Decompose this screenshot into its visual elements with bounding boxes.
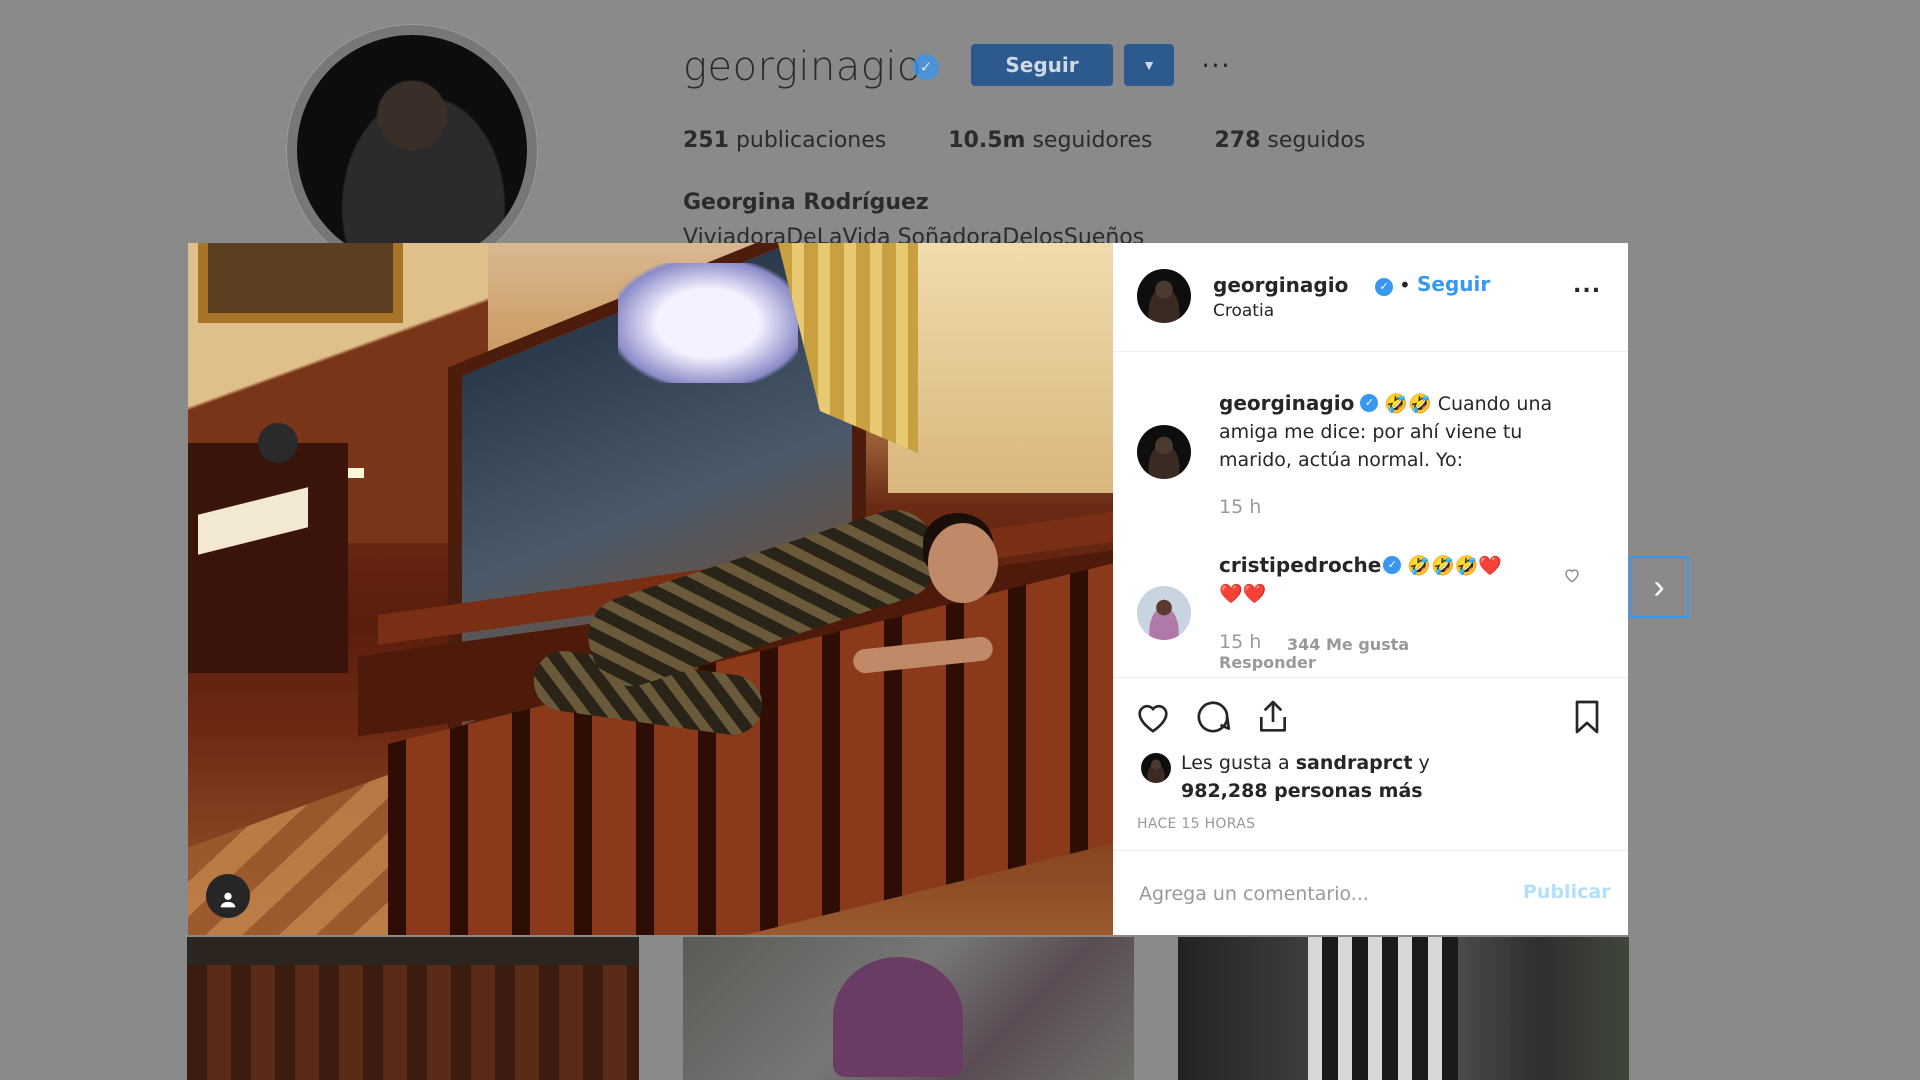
- comment-button[interactable]: [1193, 697, 1233, 737]
- grid-thumbnail[interactable]: [1178, 937, 1629, 1080]
- profile-bio: ViviadoraDeLaVida SoñadoraDelosSueños: [683, 225, 1145, 243]
- verified-icon: ✓: [1360, 394, 1379, 412]
- likes-count[interactable]: 982,288 personas más: [1181, 780, 1423, 802]
- verified-icon: ✓: [913, 54, 939, 80]
- caption-username[interactable]: georginagio: [1219, 391, 1354, 415]
- caption-text-block: georginagio ✓ 🤣🤣 Cuando una amiga me dice:…: [1219, 389, 1579, 474]
- comment-username[interactable]: cristipedroche: [1219, 553, 1381, 577]
- verified-icon: ✓: [1383, 556, 1402, 574]
- profile-follow-button[interactable]: Seguir: [971, 44, 1113, 86]
- bookmark-icon: [1575, 700, 1599, 734]
- profile-avatar[interactable]: [297, 35, 527, 265]
- chevron-right-icon: ›: [1653, 568, 1665, 606]
- post-image[interactable]: [188, 243, 1113, 935]
- likes-connector: y: [1418, 752, 1430, 774]
- tagged-users-button[interactable]: [206, 874, 250, 918]
- posts-stat: 251 publicaciones: [683, 128, 887, 153]
- profile-dropdown-button[interactable]: ▼: [1124, 44, 1174, 86]
- likes-user[interactable]: sandraprct: [1296, 752, 1413, 774]
- post-actions: [1113, 677, 1628, 734]
- likes-prefix: Les gusta a: [1181, 752, 1290, 774]
- profile-full-name: Georgina Rodríguez: [683, 190, 929, 215]
- comment-icon: [1197, 701, 1231, 733]
- following-stat[interactable]: 278 seguidos: [1214, 128, 1365, 153]
- heart-icon: [1138, 704, 1168, 733]
- comment-likes[interactable]: 344 Me gusta: [1287, 635, 1409, 654]
- comment-text-block: cristipedroche ✓ 🤣🤣🤣❤️❤️❤️: [1219, 551, 1519, 608]
- avatar[interactable]: [1137, 425, 1191, 479]
- heart-icon: [1565, 569, 1579, 583]
- profile-username: georginagio: [683, 44, 922, 90]
- profile-stats: 251 publicaciones 10.5m seguidores 278 s…: [683, 128, 1365, 153]
- post-location[interactable]: Croatia: [1213, 301, 1274, 321]
- follow-button[interactable]: Seguir: [1417, 272, 1490, 296]
- verified-icon: ✓: [1375, 278, 1393, 296]
- post-timestamp: HACE 15 HORAS: [1137, 816, 1256, 832]
- reply-button[interactable]: Responder: [1219, 653, 1316, 671]
- more-options-icon[interactable]: ...: [1573, 273, 1601, 298]
- grid-thumbnail[interactable]: [683, 937, 1134, 1080]
- chevron-down-icon: ▼: [1142, 57, 1156, 73]
- post-header: georginagio ✓ • Seguir Croatia ...: [1113, 243, 1628, 352]
- comment-time: 15 h: [1219, 631, 1262, 653]
- publish-button[interactable]: Publicar: [1523, 881, 1611, 903]
- likes-summary[interactable]: Les gusta a sandraprct y 982,288 persona…: [1181, 749, 1430, 805]
- like-button[interactable]: [1133, 697, 1173, 737]
- grid-thumbnail[interactable]: [187, 937, 639, 1080]
- caption-time: 15 h: [1219, 496, 1262, 518]
- save-button[interactable]: [1567, 697, 1607, 737]
- separator-dot: •: [1399, 273, 1411, 297]
- share-icon: [1260, 700, 1286, 732]
- caption-emojis: 🤣🤣: [1384, 393, 1432, 415]
- comment-input[interactable]: [1137, 875, 1501, 913]
- comment-like-button[interactable]: [1562, 566, 1582, 586]
- liker-avatar[interactable]: [1141, 753, 1171, 783]
- profile-more-icon[interactable]: ...: [1196, 44, 1236, 84]
- avatar[interactable]: [1137, 586, 1191, 640]
- next-post-button[interactable]: ›: [1629, 556, 1689, 618]
- avatar[interactable]: [1137, 269, 1191, 323]
- post-author-username[interactable]: georginagio: [1213, 273, 1348, 297]
- user-tag-icon: [220, 892, 236, 908]
- followers-stat[interactable]: 10.5m seguidores: [948, 128, 1152, 153]
- add-comment-section: Publicar: [1113, 850, 1628, 936]
- post-side-panel: georginagio ✓ • Seguir Croatia ... georg…: [1113, 243, 1628, 935]
- share-button[interactable]: [1253, 697, 1293, 737]
